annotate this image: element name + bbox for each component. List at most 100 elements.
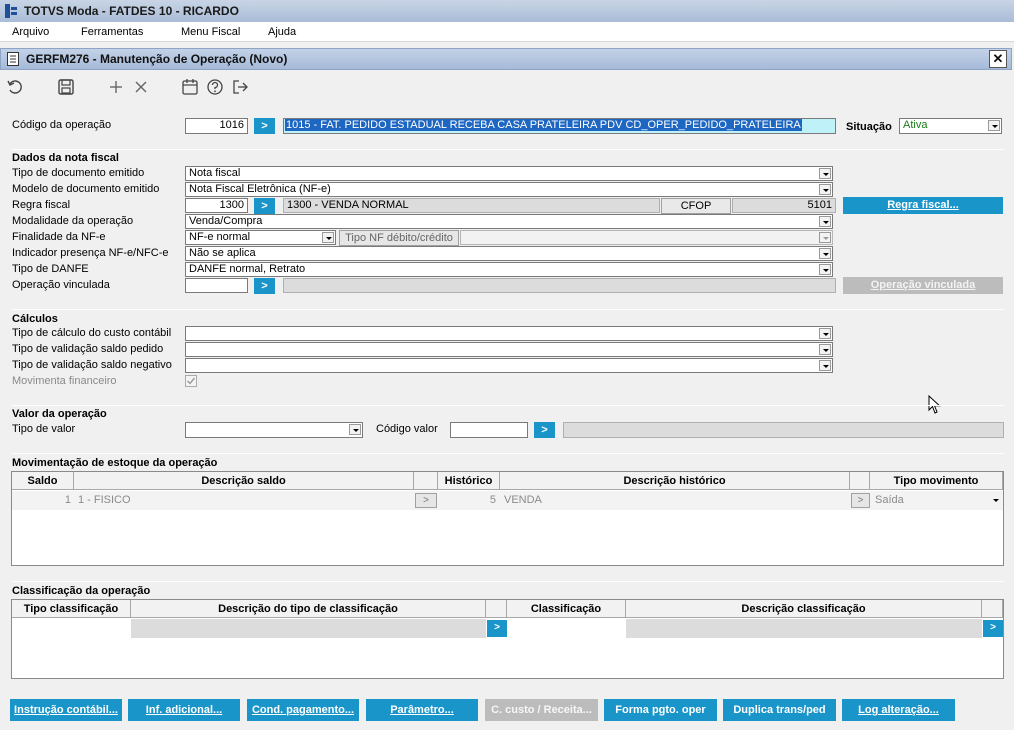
indicador-value: Não se aplica bbox=[189, 247, 256, 259]
modelo-select[interactable]: Nota Fiscal Eletrônica (NF-e) bbox=[185, 182, 833, 197]
chevron-down-icon bbox=[819, 248, 831, 259]
col-header-descricao-classificacao[interactable]: Descrição classificação bbox=[626, 600, 982, 618]
col-header-descricao-tipo[interactable]: Descrição do tipo de classificação bbox=[131, 600, 486, 618]
operacao-descricao-text: 1015 - FAT. PEDIDO ESTADUAL RECEBA CASA … bbox=[285, 119, 802, 131]
col-header-descricao-historico[interactable]: Descrição histórico bbox=[500, 472, 850, 490]
regra-code-input[interactable]: 1300 bbox=[185, 198, 248, 213]
col-header-historico[interactable]: Histórico bbox=[438, 472, 500, 490]
danfe-select[interactable]: DANFE normal, Retrato bbox=[185, 262, 833, 277]
danfe-label: Tipo de DANFE bbox=[12, 263, 89, 275]
movimenta-checkbox[interactable] bbox=[185, 375, 197, 387]
section-classificacao-title: Classificação da operação bbox=[12, 585, 151, 597]
chevron-down-icon bbox=[819, 232, 831, 243]
cfop-label-button: CFOP bbox=[661, 198, 731, 214]
window-titlebar: GERFM276 - Manutenção de Operação (Novo)… bbox=[0, 48, 1012, 70]
table-row[interactable]: > > bbox=[12, 619, 1003, 638]
regra-label: Regra fiscal bbox=[12, 199, 71, 211]
tipo-doc-label: Tipo de documento emitido bbox=[12, 167, 145, 179]
exit-icon[interactable] bbox=[231, 78, 249, 96]
regra-lookup-button[interactable]: > bbox=[254, 198, 275, 214]
custo-select[interactable] bbox=[185, 326, 833, 341]
regra-desc-field: 1300 - VENDA NORMAL bbox=[283, 198, 660, 213]
col-header-blank bbox=[486, 600, 507, 618]
col-header-descricao-saldo[interactable]: Descrição saldo bbox=[74, 472, 414, 490]
tipo-doc-select[interactable]: Nota fiscal bbox=[185, 166, 833, 181]
close-button[interactable]: ✕ bbox=[989, 50, 1007, 68]
menu-ferramentas[interactable]: Ferramentas bbox=[81, 26, 143, 38]
c-custo-receita-button[interactable]: C. custo / Receita... bbox=[485, 699, 598, 721]
checkmark-icon bbox=[187, 377, 196, 385]
col-header-saldo[interactable]: Saldo bbox=[12, 472, 74, 490]
codigo-valor-lookup-button[interactable]: > bbox=[534, 422, 555, 438]
col-header-tipo-classificacao[interactable]: Tipo classificação bbox=[12, 600, 131, 618]
chevron-down-icon bbox=[322, 232, 334, 243]
saldo-pedido-label: Tipo de validação saldo pedido bbox=[12, 343, 164, 355]
saldo-pedido-select[interactable] bbox=[185, 342, 833, 357]
chevron-down-icon bbox=[349, 424, 361, 435]
parametro-button[interactable]: Parâmetro... bbox=[366, 699, 478, 721]
delete-icon[interactable] bbox=[132, 78, 150, 96]
inf-adicional-button[interactable]: Inf. adicional... bbox=[128, 699, 240, 721]
log-alteracao-button[interactable]: Log alteração... bbox=[842, 699, 955, 721]
vinculada-input[interactable] bbox=[185, 278, 248, 293]
window-title: GERFM276 - Manutenção de Operação (Novo) bbox=[26, 52, 288, 66]
app-logo-icon bbox=[5, 4, 17, 18]
modelo-label: Modelo de documento emitido bbox=[12, 183, 160, 195]
col-header-blank bbox=[850, 472, 870, 490]
forma-pgto-button[interactable]: Forma pgto. oper bbox=[604, 699, 717, 721]
toolbar bbox=[0, 72, 1014, 102]
chevron-down-icon bbox=[819, 328, 831, 339]
chevron-down-icon bbox=[993, 499, 999, 502]
col-header-classificacao[interactable]: Classificação bbox=[507, 600, 626, 618]
document-icon bbox=[7, 52, 19, 66]
undo-icon[interactable] bbox=[6, 78, 24, 96]
historico-lookup-button[interactable]: > bbox=[851, 493, 870, 508]
divider bbox=[12, 149, 1004, 150]
codigo-valor-input[interactable] bbox=[450, 422, 528, 438]
menu-ajuda[interactable]: Ajuda bbox=[268, 26, 296, 38]
section-calculos-title: Cálculos bbox=[12, 313, 58, 325]
cell-descricao-tipo bbox=[131, 619, 486, 638]
situacao-label: Situação bbox=[846, 121, 892, 133]
situacao-select[interactable]: Ativa bbox=[899, 118, 1002, 134]
chevron-down-icon bbox=[819, 216, 831, 227]
help-icon[interactable] bbox=[206, 78, 224, 96]
save-icon[interactable] bbox=[57, 78, 75, 96]
tipo-classificacao-lookup-button[interactable]: > bbox=[487, 620, 507, 637]
duplica-button[interactable]: Duplica trans/ped bbox=[723, 699, 836, 721]
calendar-icon[interactable] bbox=[181, 78, 199, 96]
vinculada-lookup-button[interactable]: > bbox=[254, 278, 275, 294]
codigo-valor-label: Código valor bbox=[376, 423, 438, 435]
menu-arquivo[interactable]: Arquivo bbox=[12, 26, 49, 38]
cond-pagamento-button[interactable]: Cond. pagamento... bbox=[247, 699, 359, 721]
codigo-input[interactable]: 1016 bbox=[185, 118, 248, 134]
vinculada-label: Operação vinculada bbox=[12, 279, 110, 291]
vinculada-desc-field bbox=[283, 278, 836, 293]
tipo-valor-select[interactable] bbox=[185, 422, 363, 438]
table-row[interactable]: 1 1 - FISICO > 5 VENDA > Saída bbox=[12, 491, 1003, 510]
section-dados-title: Dados da nota fiscal bbox=[12, 152, 119, 164]
instrucao-contabil-button[interactable]: Instrução contábil... bbox=[10, 699, 122, 721]
indicador-select[interactable]: Não se aplica bbox=[185, 246, 833, 261]
cell-descricao-historico: VENDA bbox=[504, 494, 542, 506]
operacao-descricao-input[interactable]: 1015 - FAT. PEDIDO ESTADUAL RECEBA CASA … bbox=[283, 118, 836, 134]
chevron-down-icon bbox=[819, 264, 831, 275]
codigo-lookup-button[interactable]: > bbox=[254, 118, 275, 134]
danfe-value: DANFE normal, Retrato bbox=[189, 263, 306, 275]
estoque-grid: Saldo Descrição saldo Histórico Descriçã… bbox=[11, 471, 1004, 566]
col-header-blank bbox=[982, 600, 1003, 618]
tipo-nf-button[interactable]: Tipo NF débito/crédito bbox=[339, 230, 459, 246]
regra-fiscal-button[interactable]: Regra fiscal... bbox=[843, 197, 1003, 214]
tipo-doc-value: Nota fiscal bbox=[189, 167, 241, 179]
tipo-movimento-select[interactable]: Saída bbox=[871, 491, 1003, 510]
operacao-vinculada-button[interactable]: Operação vinculada bbox=[843, 277, 1003, 294]
finalidade-select[interactable]: NF-e normal bbox=[185, 230, 336, 245]
menu-fiscal[interactable]: Menu Fiscal bbox=[181, 26, 240, 38]
cell-tipo-movimento: Saída bbox=[875, 494, 904, 506]
classificacao-lookup-button[interactable]: > bbox=[983, 620, 1003, 637]
modalidade-select[interactable]: Venda/Compra bbox=[185, 214, 833, 229]
add-icon[interactable] bbox=[107, 78, 125, 96]
col-header-tipo-movimento[interactable]: Tipo movimento bbox=[870, 472, 1003, 490]
saldo-negativo-select[interactable] bbox=[185, 358, 833, 373]
saldo-lookup-button[interactable]: > bbox=[415, 493, 437, 508]
